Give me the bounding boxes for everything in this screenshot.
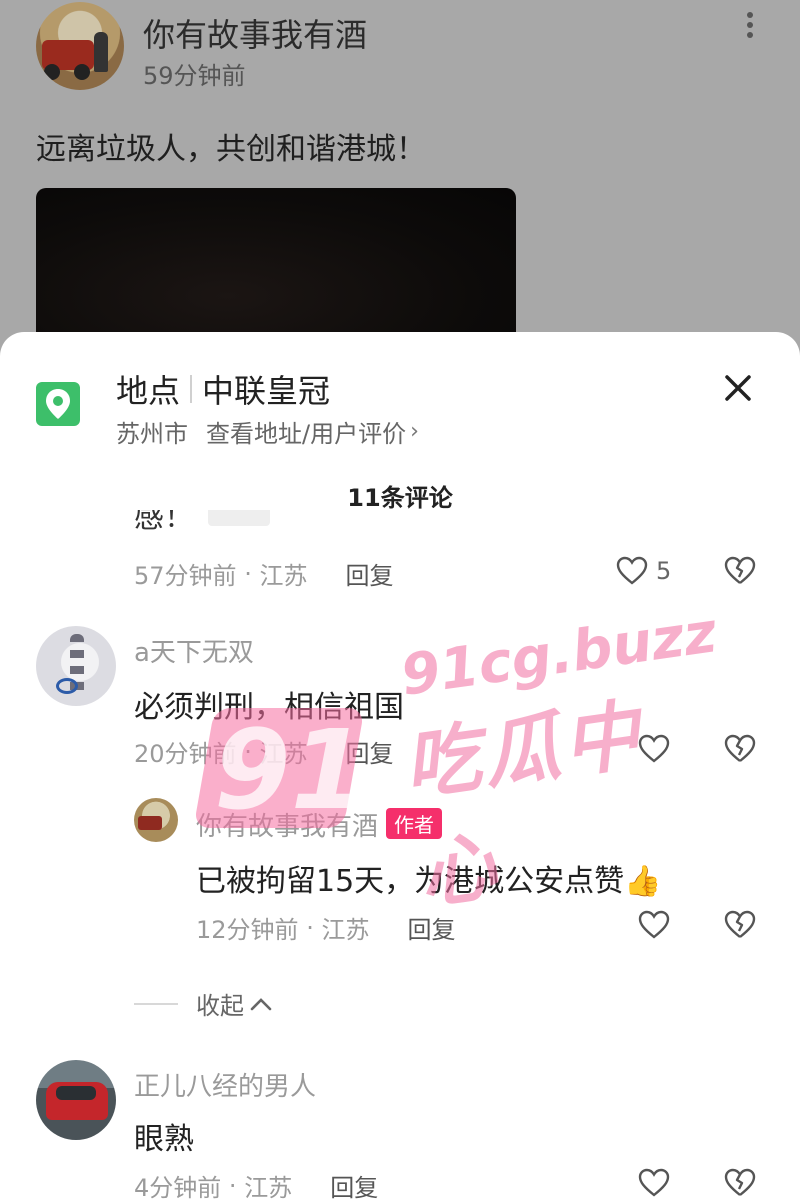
collapse-replies-button[interactable]: 收起 [134,986,272,1021]
reply-button[interactable]: 回复 [345,734,393,769]
commenter-avatar[interactable] [36,1060,116,1140]
commenter-name[interactable]: a天下无双 [134,632,254,669]
broken-heart-icon [724,910,756,938]
reply-author-name[interactable]: 你有故事我有酒 作者 [196,806,443,843]
chevron-up-icon [250,997,272,1010]
dislike-button[interactable] [724,734,756,768]
heart-icon [638,910,670,939]
post-author-avatar[interactable] [36,2,124,90]
comment-count: 11条评论 [347,484,453,512]
broken-heart-icon [724,556,756,584]
broken-heart-icon [724,734,756,762]
reply-button[interactable]: 回复 [330,1168,378,1200]
thumbs-up-icon: 👍 [624,864,662,899]
dislike-button[interactable] [724,556,756,590]
post-author-name[interactable]: 你有故事我有酒 [143,10,367,56]
post-text: 远离垃圾人，共创和谐港城！ [36,132,426,167]
commenter-name[interactable]: 正儿八经的男人 [134,1066,316,1103]
more-options-icon[interactable] [738,8,762,48]
author-badge: 作者 [386,808,443,839]
broken-heart-icon [724,1168,756,1196]
reply-button[interactable]: 回复 [407,910,455,945]
like-count: 5 [656,557,672,585]
close-icon [725,375,751,401]
comment-meta: 57分钟前 · 江苏 回复 [134,556,393,591]
post-time: 59分钟前 [143,62,246,90]
like-button[interactable] [638,910,670,940]
dislike-button[interactable] [724,1168,756,1200]
heart-icon [638,1168,670,1197]
reply-button[interactable]: 回复 [345,556,393,591]
reply-author-avatar[interactable] [134,798,178,842]
comment-text: 眼熟 [134,1122,194,1157]
location-divider [190,375,193,403]
commenter-avatar[interactable] [36,626,116,706]
clipped-comment-text: 感！ [134,510,334,530]
location-link[interactable]: 查看地址/用户评价 [206,414,406,449]
location-label: 地点 [116,372,181,410]
collapse-divider [134,1002,178,1005]
comment-meta: 12分钟前 · 江苏 回复 [196,910,455,945]
like-button[interactable] [638,734,670,764]
comment-meta: 20分钟前 · 江苏 回复 [134,734,393,769]
location-city: 苏州市 [116,420,188,448]
collapse-label: 收起 [196,992,244,1020]
location-pin-icon [36,382,80,426]
chevron-right-icon: › [410,419,419,444]
location-name: 中联皇冠 [202,372,331,410]
comments-sheet: 地点 中联皇冠 苏州市 查看地址/用户评价 › 11条评论 感！ 57分钟前 ·… [0,332,800,1200]
heart-icon [638,734,670,763]
close-button[interactable] [718,368,758,408]
location-details[interactable]: 苏州市 查看地址/用户评价 › [116,414,419,449]
background-post: 你有故事我有酒 59分钟前 远离垃圾人，共创和谐港城！ [0,0,800,368]
like-button[interactable]: 5 [616,556,671,586]
heart-icon [616,556,648,585]
dislike-button[interactable] [724,910,756,944]
comment-meta: 4分钟前 · 江苏 回复 [134,1168,378,1200]
location-title[interactable]: 地点 中联皇冠 [116,366,330,412]
reply-text: 已被拘留15天，为港城公安点赞👍 [196,864,662,899]
like-button[interactable] [638,1168,670,1198]
comment-text: 必须判刑，相信祖国 [134,690,404,725]
